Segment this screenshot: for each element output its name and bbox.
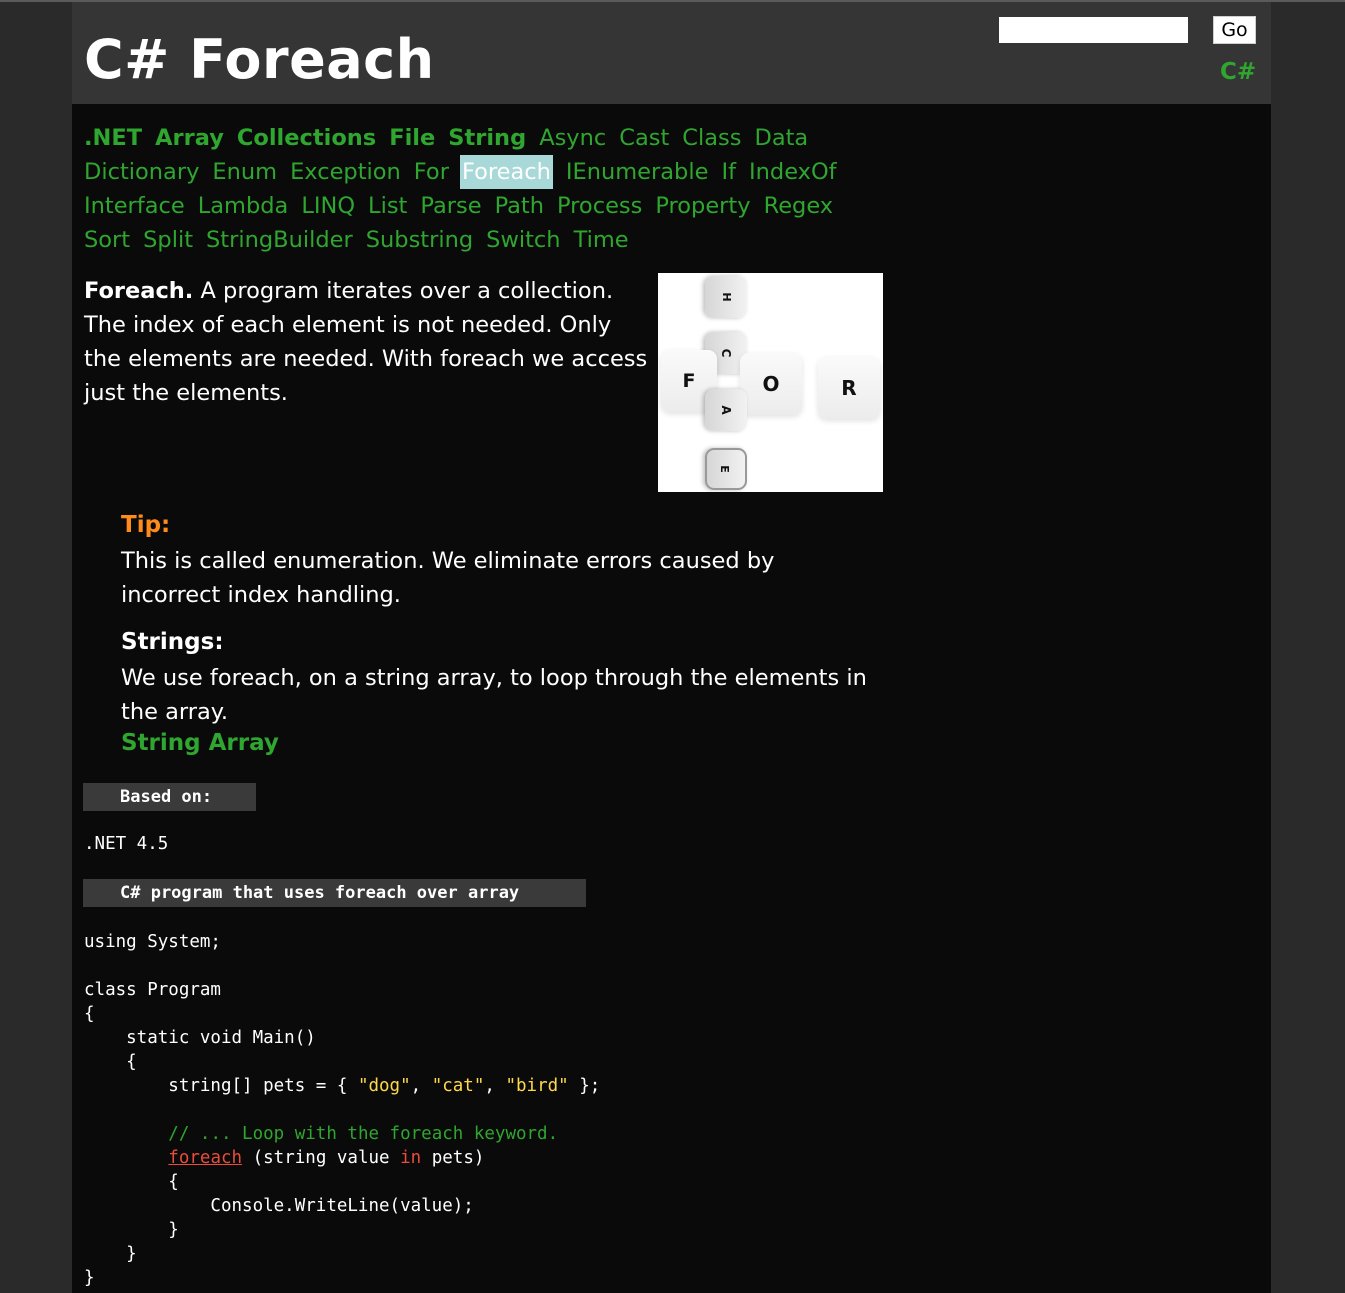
dotnet-version: .NET 4.5 [84, 834, 169, 854]
code-line-blank: ​ [84, 954, 600, 978]
code-text: pets) [421, 1148, 485, 1168]
nav-link-array[interactable]: Array [155, 121, 224, 155]
nav-link-lambda[interactable]: Lambda [198, 189, 289, 223]
nav-link-collections[interactable]: Collections [237, 121, 376, 155]
nav-link-ienumerable[interactable]: IEnumerable [566, 155, 709, 189]
nav-link-exception[interactable]: Exception [290, 155, 401, 189]
nav-link-regex[interactable]: Regex [764, 189, 834, 223]
code-text: string[] pets = { [84, 1076, 358, 1096]
intro-paragraph: Foreach. A program iterates over a colle… [84, 274, 652, 410]
code-text: , [484, 1076, 506, 1096]
nav-link-dictionary[interactable]: Dictionary [84, 155, 199, 189]
key-o: O [740, 353, 802, 415]
nav-link-class[interactable]: Class [682, 121, 741, 155]
nav-link-property[interactable]: Property [655, 189, 750, 223]
nav-link-switch[interactable]: Switch [486, 223, 560, 257]
nav-link-time[interactable]: Time [574, 223, 629, 257]
page-header: C# Foreach Go C# [72, 2, 1271, 104]
strings-label: Strings: [121, 629, 224, 655]
tip-label: Tip: [121, 512, 171, 538]
code-line: } [84, 1244, 137, 1264]
code-line: } [84, 1220, 179, 1240]
program-label: C# program that uses foreach over array [83, 879, 586, 907]
code-line: foreach (string value in pets) [84, 1146, 600, 1170]
nav-link-split[interactable]: Split [143, 223, 193, 257]
page-title: C# Foreach [84, 28, 435, 91]
nav-link-parse[interactable]: Parse [420, 189, 481, 223]
code-line: { [84, 1052, 137, 1072]
site-home-link[interactable]: C# [1220, 59, 1256, 85]
code-line: { [84, 1172, 179, 1192]
code-line: { [84, 1004, 95, 1024]
go-button[interactable]: Go [1213, 16, 1256, 44]
code-line: Console.WriteLine(value); [84, 1196, 474, 1216]
string-literal: "dog" [357, 1076, 411, 1096]
nav-link-for[interactable]: For [414, 155, 449, 189]
nav-link-sort[interactable]: Sort [84, 223, 130, 257]
key-r: R [818, 357, 880, 419]
based-on-label: Based on: [83, 783, 256, 811]
nav-link-enum[interactable]: Enum [212, 155, 277, 189]
nav-link-if[interactable]: If [721, 155, 736, 189]
code-line: string[] pets = { "dog", "cat", "bird" }… [84, 1074, 600, 1098]
page-container: C# Foreach Go C# .NET Array Collections Fil… [72, 2, 1271, 1293]
key-h: H [705, 276, 747, 318]
key-a: A [705, 389, 747, 431]
nav-link-async[interactable]: Async [539, 121, 606, 155]
nav-link-interface[interactable]: Interface [84, 189, 185, 223]
string-array-link[interactable]: String Array [121, 730, 279, 756]
code-text: , [410, 1076, 432, 1096]
strings-text: We use foreach, on a string array, to lo… [121, 665, 867, 725]
nav-link-linq[interactable]: LINQ [301, 189, 355, 223]
code-text: }; [568, 1076, 601, 1096]
nav-link-file[interactable]: File [389, 121, 435, 155]
string-literal: "bird" [505, 1076, 569, 1096]
nav-row: Sort Split StringBuilder Substring Switch Tim… [84, 223, 904, 257]
nav-row: Interface Lambda LINQ List Parse Path Process P… [84, 189, 904, 223]
foreach-keyword-link[interactable]: foreach [168, 1148, 242, 1168]
nav-link-indexof[interactable]: IndexOf [749, 155, 837, 189]
code-text: (string value [242, 1148, 401, 1168]
nav-link-net[interactable]: .NET [84, 121, 142, 155]
nav-link-stringbuilder[interactable]: StringBuilder [206, 223, 353, 257]
foreach-keys-image: H C F O R A E [658, 273, 883, 492]
string-literal: "cat" [431, 1076, 485, 1096]
nav-link-data[interactable]: Data [755, 121, 809, 155]
search-input[interactable] [999, 17, 1188, 43]
code-line: } [84, 1268, 95, 1288]
code-comment: // ... Loop with the foreach keyword. [168, 1124, 559, 1144]
code-line: static void Main() [84, 1028, 316, 1048]
key-e: E [705, 448, 747, 490]
topic-nav: .NET Array Collections File String Async Cast C… [84, 121, 904, 257]
in-keyword: in [400, 1148, 422, 1168]
nav-row: .NET Array Collections File String Async Cast C… [84, 121, 904, 155]
code-line: // ... Loop with the foreach keyword. [84, 1122, 600, 1146]
code-line: class Program [84, 980, 221, 1000]
code-line-blank: ​ [84, 1098, 600, 1122]
intro-lead: Foreach. [84, 278, 194, 304]
nav-link-cast[interactable]: Cast [619, 121, 669, 155]
nav-link-foreach[interactable]: Foreach [459, 155, 553, 189]
code-line: using System; [84, 932, 221, 952]
nav-row: Dictionary Enum Exception For Foreach IEnumer… [84, 155, 904, 189]
code-block: using System;​class Program{ static void… [84, 930, 600, 1290]
nav-link-process[interactable]: Process [557, 189, 642, 223]
tip-text: This is called enumeration. We eliminate… [121, 548, 775, 608]
nav-link-string[interactable]: String [448, 121, 526, 155]
nav-link-substring[interactable]: Substring [366, 223, 473, 257]
nav-link-path[interactable]: Path [495, 189, 544, 223]
nav-link-list[interactable]: List [368, 189, 407, 223]
